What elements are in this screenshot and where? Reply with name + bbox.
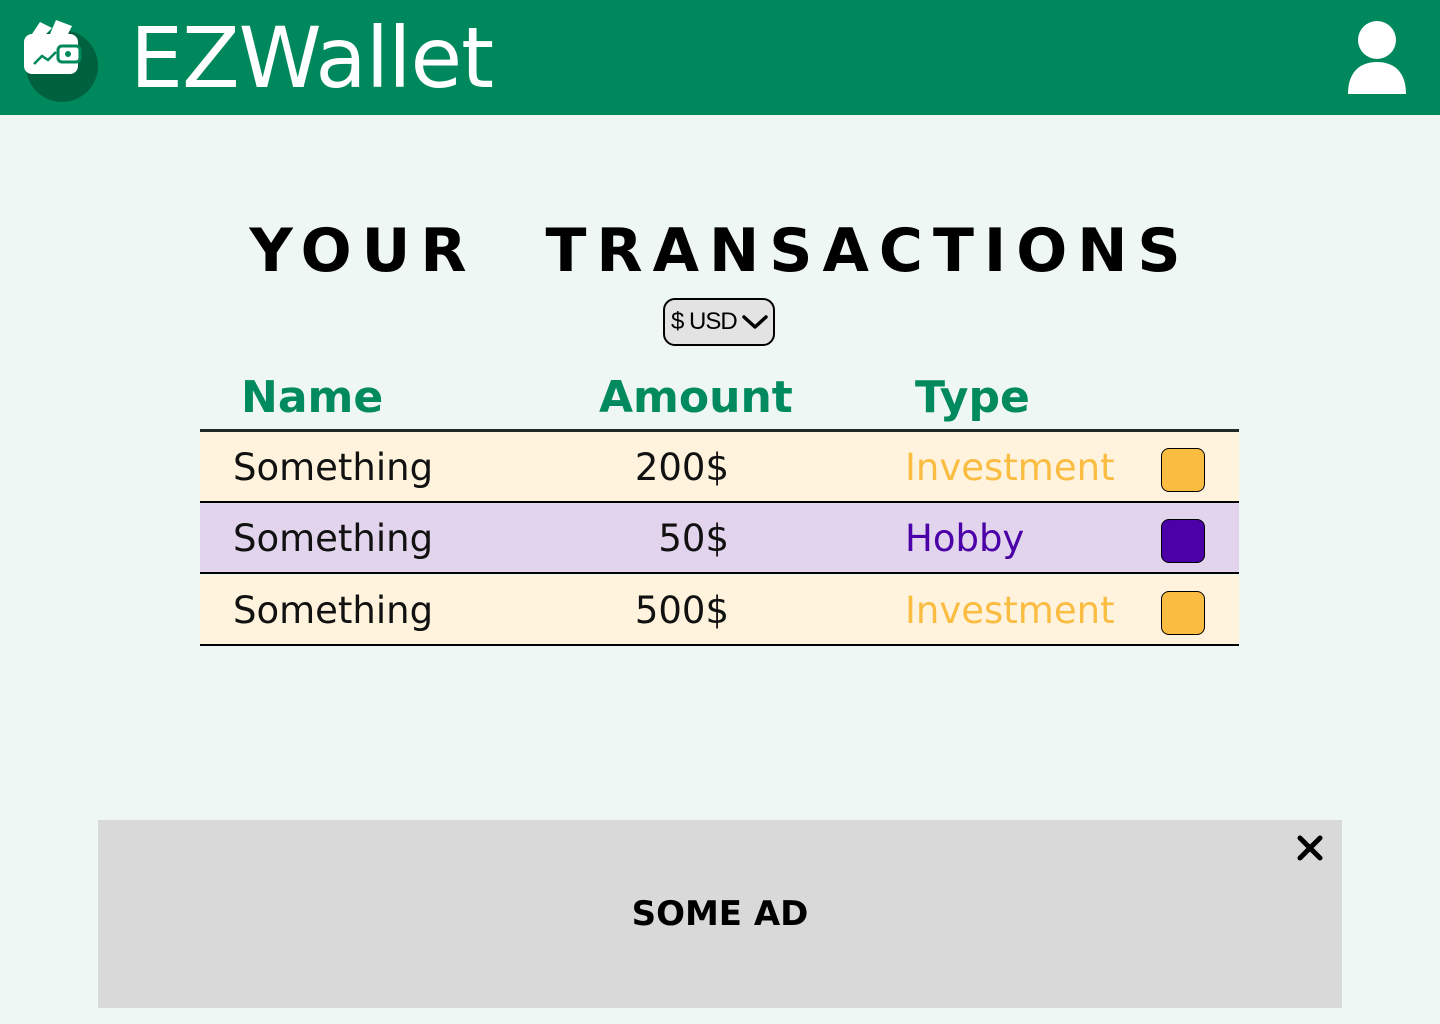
table-row[interactable]: Something 200$ Investment bbox=[200, 432, 1239, 503]
transaction-amount: 200$ bbox=[634, 446, 729, 489]
top-bar: EZWallet bbox=[0, 0, 1440, 115]
close-icon[interactable] bbox=[1292, 830, 1328, 866]
transaction-name: Something bbox=[233, 517, 434, 560]
chevron-down-icon bbox=[741, 315, 768, 329]
transaction-amount: 500$ bbox=[634, 589, 729, 632]
transaction-name: Something bbox=[233, 446, 434, 489]
column-header-type: Type bbox=[915, 372, 1030, 423]
transaction-amount: 50$ bbox=[658, 517, 729, 560]
transaction-name: Something bbox=[233, 589, 434, 632]
transaction-type: Investment bbox=[905, 589, 1115, 632]
app-title: EZWallet bbox=[130, 9, 494, 107]
ad-text: SOME AD bbox=[631, 894, 809, 934]
wallet-icon bbox=[24, 20, 98, 102]
column-header-amount: Amount bbox=[599, 372, 793, 423]
type-color-swatch bbox=[1161, 448, 1205, 492]
column-header-name: Name bbox=[241, 372, 384, 423]
type-color-swatch bbox=[1161, 591, 1205, 635]
table-row[interactable]: Something 50$ Hobby bbox=[200, 503, 1239, 574]
transaction-type: Investment bbox=[905, 446, 1115, 489]
ad-banner[interactable]: SOME AD bbox=[98, 820, 1342, 1008]
page-title: YOUR TRANSACTIONS bbox=[249, 216, 1191, 286]
transaction-type: Hobby bbox=[905, 517, 1025, 560]
user-icon[interactable] bbox=[1344, 18, 1410, 98]
currency-selector[interactable]: $ USD bbox=[663, 298, 775, 346]
currency-value: $ USD bbox=[671, 308, 738, 335]
type-color-swatch bbox=[1161, 519, 1205, 563]
table-row[interactable]: Something 500$ Investment bbox=[200, 575, 1239, 646]
